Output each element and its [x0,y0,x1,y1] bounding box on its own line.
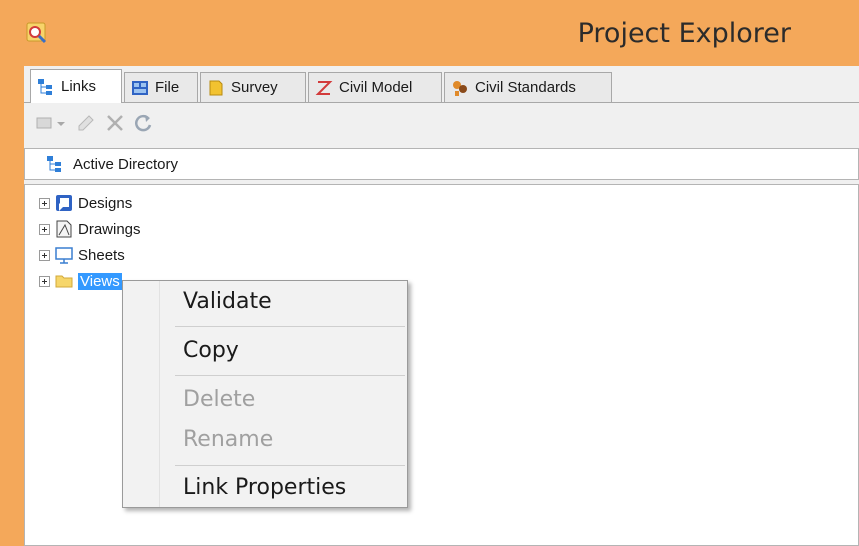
tab-civil-standards[interactable]: Civil Standards [444,72,612,102]
new-link-button[interactable] [36,112,70,134]
edit-icon [78,115,94,131]
menu-separator [175,375,405,376]
toolbar [24,104,859,140]
civil-model-icon [315,80,333,95]
active-directory-label: Active Directory [73,155,179,173]
menu-item-delete[interactable]: Delete [183,387,255,412]
folder-icon [55,275,73,288]
refresh-button[interactable] [132,112,154,134]
drawings-icon [56,220,72,238]
active-directory-bar[interactable]: Active Directory [24,148,859,180]
survey-icon [209,80,223,95]
expand-icon[interactable] [39,275,50,287]
tab-label: Civil Model [339,79,413,96]
tab-civil-model[interactable]: Civil Model [308,72,442,102]
window-title: Project Explorer [577,18,791,49]
tree-node-label: Sheets [78,246,125,264]
civil-standards-icon [453,80,467,96]
tree-node-views[interactable]: Views [39,269,122,293]
expand-icon[interactable] [39,249,50,261]
tab-label: Civil Standards [475,79,576,96]
menu-item-rename[interactable]: Rename [183,427,273,452]
tab-label: File [155,79,180,96]
expand-icon[interactable] [39,223,50,235]
file-icon [132,80,148,95]
tree-node-label: Drawings [78,220,141,238]
tree-node-drawings[interactable]: Drawings [39,217,141,241]
new-link-icon [36,117,65,129]
menu-item-copy[interactable]: Copy [183,338,239,363]
menu-item-validate[interactable]: Validate [183,289,272,314]
expand-icon[interactable] [39,197,50,209]
sheets-icon [55,247,73,264]
links-icon [38,78,52,95]
tree-node-label: Designs [78,194,133,212]
menu-separator [175,465,405,466]
delete-icon [107,115,123,131]
tree-node-designs[interactable]: Designs [39,191,132,215]
tab-links[interactable]: Links [30,69,122,103]
tab-label: Links [61,78,97,95]
links-icon [47,156,61,172]
menu-item-link-properties[interactable]: Link Properties [183,475,346,500]
delete-button[interactable] [104,112,126,134]
tree-node-sheets[interactable]: Sheets [39,243,125,267]
menu-separator [175,326,405,327]
edit-button[interactable] [76,112,98,134]
app-icon [26,22,47,44]
context-menu-gutter [123,281,160,507]
tab-survey[interactable]: Survey [200,72,306,102]
tree-node-label: Views [78,272,122,290]
designs-icon [56,195,72,211]
tab-file[interactable]: File [124,72,198,102]
tab-strip: Links File Survey Civil Model Civil Stan… [24,66,859,103]
refresh-icon [135,114,152,132]
context-menu: Validate Copy Delete Rename Link Propert… [122,280,408,508]
tab-label: Survey [231,79,278,96]
title-bar[interactable]: Project Explorer [0,0,859,66]
